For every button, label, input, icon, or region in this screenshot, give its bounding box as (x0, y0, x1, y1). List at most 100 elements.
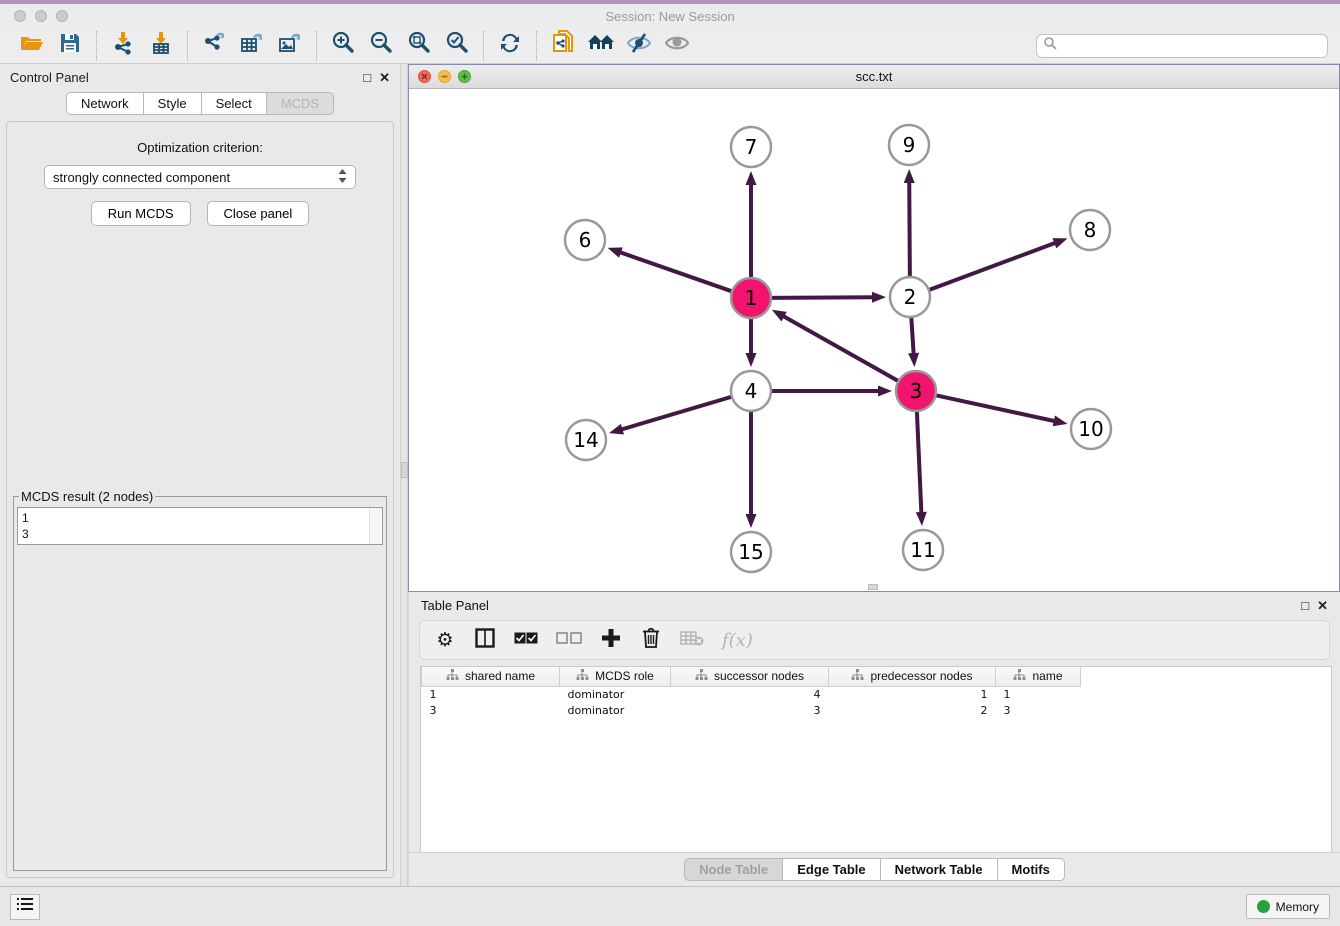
graph-edge-2-3[interactable] (911, 315, 914, 355)
create-column-button[interactable] (600, 628, 622, 653)
graph-node-label-1: 1 (745, 286, 758, 310)
graph-edge-arrowhead (608, 247, 623, 257)
network-maximize-button[interactable] (458, 70, 471, 83)
table-tab-motifs[interactable]: Motifs (997, 858, 1065, 881)
table-tab-node-table[interactable]: Node Table (684, 858, 782, 881)
graph-edge-2-8[interactable] (927, 243, 1056, 291)
deselect-all-button[interactable] (556, 631, 582, 649)
table-row[interactable]: 3dominator323 (422, 702, 1081, 718)
float-table-panel-icon[interactable]: □ (1301, 599, 1309, 612)
table-settings-button[interactable]: ⚙ (434, 629, 456, 651)
mcds-result-scrollbar[interactable] (369, 508, 382, 544)
graph-edge-3-11[interactable] (917, 409, 922, 514)
zoom-in-button[interactable] (327, 32, 359, 60)
column-header-MCDS-role[interactable]: MCDS role (560, 667, 671, 686)
network-canvas[interactable]: 1234678910111415 (409, 89, 1339, 591)
graph-edge-4-14[interactable] (621, 396, 734, 430)
close-panel-button[interactable]: Close panel (207, 201, 310, 226)
graph-node-label-11: 11 (910, 538, 935, 562)
application-window: Session: New Session (0, 0, 1340, 926)
run-mcds-button[interactable]: Run MCDS (91, 201, 191, 226)
search-input[interactable] (1061, 39, 1321, 53)
eye-slash-icon (626, 32, 652, 59)
graph-edge-arrowhead (609, 424, 624, 435)
search-field[interactable] (1036, 34, 1328, 58)
graph-node-label-10: 10 (1078, 417, 1103, 441)
table-cell[interactable]: dominator (560, 686, 671, 702)
table-cell[interactable]: 1 (422, 686, 560, 702)
column-header-shared-name[interactable]: shared name (422, 667, 560, 686)
columns-icon (475, 628, 495, 653)
refresh-icon (498, 31, 522, 60)
show-task-history-button[interactable] (10, 894, 40, 920)
table-cell[interactable]: 3 (671, 702, 829, 718)
column-visibility-button[interactable] (474, 628, 496, 653)
graph-node-label-15: 15 (738, 540, 763, 564)
node-table-container[interactable]: shared nameMCDS rolesuccessor nodesprede… (420, 666, 1332, 852)
graph-edge-1-2[interactable] (769, 297, 874, 298)
delete-table-button[interactable] (680, 630, 704, 651)
table-cell[interactable]: dominator (560, 702, 671, 718)
mcds-result-area[interactable]: 1 3 (17, 507, 383, 545)
zoom-selected-icon (445, 31, 469, 60)
vertical-splitter[interactable] (400, 64, 408, 886)
table-cell[interactable]: 4 (671, 686, 829, 702)
graph-edge-arrowhead (1053, 416, 1068, 427)
open-folder-icon (20, 33, 44, 58)
apply-layout-button[interactable] (494, 32, 526, 60)
network-minimize-button[interactable] (438, 70, 451, 83)
duplicate-network-button[interactable] (547, 32, 579, 60)
toolbar-separator (187, 31, 188, 61)
save-session-button[interactable] (54, 32, 86, 60)
select-all-button[interactable] (514, 631, 538, 649)
import-table-button[interactable] (145, 32, 177, 60)
graph-edge-3-10[interactable] (934, 395, 1056, 422)
table-cell[interactable]: 3 (422, 702, 560, 718)
table-cell[interactable]: 2 (829, 702, 996, 718)
close-table-panel-icon[interactable]: ✕ (1317, 599, 1328, 612)
duplicate-pages-icon (551, 30, 575, 61)
show-all-button[interactable] (585, 32, 617, 60)
graph-edge-2-9[interactable] (909, 181, 910, 279)
control-tab-select[interactable]: Select (201, 92, 266, 115)
zoom-selected-button[interactable] (441, 32, 473, 60)
control-tab-style[interactable]: Style (143, 92, 201, 115)
control-tab-mcds[interactable]: MCDS (266, 92, 334, 115)
mcds-result-text: 1 3 (18, 508, 382, 544)
table-tab-edge-table[interactable]: Edge Table (782, 858, 879, 881)
graph-edge-3-1[interactable] (782, 316, 900, 382)
canvas-splitter-handle[interactable] (868, 584, 878, 590)
network-close-button[interactable] (418, 70, 431, 83)
graph-edge-1-6[interactable] (619, 252, 734, 292)
table-cell[interactable]: 3 (996, 702, 1081, 718)
column-header-successor-nodes[interactable]: successor nodes (671, 667, 829, 686)
table-row[interactable]: 1dominator411 (422, 686, 1081, 702)
zoom-fit-button[interactable] (403, 32, 435, 60)
memory-button[interactable]: Memory (1246, 894, 1330, 919)
zoom-out-button[interactable] (365, 32, 397, 60)
import-network-button[interactable] (107, 32, 139, 60)
export-image-button[interactable] (274, 32, 306, 60)
mcds-result-group: MCDS result (2 nodes) 1 3 (13, 489, 387, 871)
table-cell[interactable]: 1 (996, 686, 1081, 702)
delete-column-button[interactable] (640, 627, 662, 653)
control-tab-network[interactable]: Network (66, 92, 143, 115)
network-window-titlebar[interactable]: scc.txt (409, 65, 1339, 89)
export-network-button[interactable] (198, 32, 230, 60)
column-header-label: name (1032, 669, 1062, 683)
graph-node-label-3: 3 (910, 379, 923, 403)
hide-selected-button[interactable] (623, 32, 655, 60)
export-table-button[interactable] (236, 32, 268, 60)
column-header-name[interactable]: name (996, 667, 1081, 686)
table-cell[interactable]: 1 (829, 686, 996, 702)
column-header-predecessor-nodes[interactable]: predecessor nodes (829, 667, 996, 686)
open-session-button[interactable] (16, 32, 48, 60)
function-builder-button[interactable]: f(x) (722, 630, 753, 651)
splitter-grip[interactable] (401, 462, 408, 478)
show-hidden-button[interactable] (661, 32, 693, 60)
network-graph[interactable]: 1234678910111415 (409, 89, 1339, 591)
table-tab-network-table[interactable]: Network Table (880, 858, 997, 881)
float-panel-icon[interactable]: □ (363, 71, 371, 84)
criterion-select[interactable]: strongly connected component (44, 165, 356, 189)
close-panel-icon[interactable]: ✕ (379, 71, 390, 84)
